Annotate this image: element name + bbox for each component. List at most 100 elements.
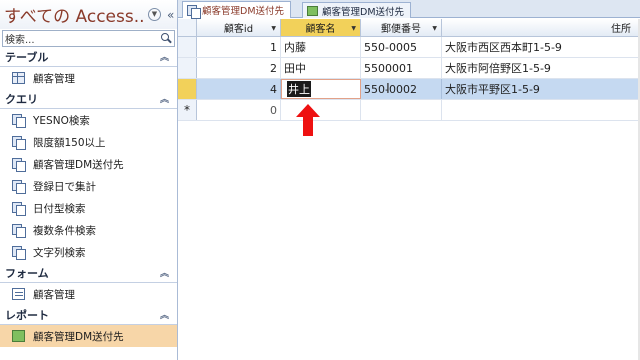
select-all-cell[interactable]: [178, 19, 197, 36]
nav-item-label: 顧客管理DM送付先: [33, 330, 124, 343]
nav-title[interactable]: すべての Access...: [4, 2, 146, 27]
nav-item-label: 顧客管理: [33, 72, 75, 85]
nav-item-form-customer[interactable]: 顧客管理: [0, 283, 177, 305]
selected-text[interactable]: 井上: [287, 81, 311, 97]
report-icon: [12, 330, 25, 342]
cell-address[interactable]: 大阪市阿倍野区1-5-9: [442, 58, 640, 78]
collapse-chevron-icon[interactable]: ︽: [160, 50, 169, 63]
query-icon: [187, 5, 201, 19]
cell-address[interactable]: 大阪市平野区1-5-9: [442, 79, 640, 99]
column-header-label: 郵便番号: [381, 24, 421, 35]
query-icon: [12, 114, 26, 128]
cell-zip[interactable]: 550-0005: [361, 37, 442, 57]
group-header-reports[interactable]: レポート ︽: [0, 305, 177, 325]
search-input[interactable]: 検索...: [3, 31, 158, 46]
row-selector[interactable]: [178, 58, 197, 78]
column-header-label: 住所: [611, 24, 631, 35]
tab-report-dm[interactable]: 顧客管理DM送付先: [302, 2, 412, 18]
row-selector-current[interactable]: [178, 79, 197, 99]
cell-name[interactable]: [281, 100, 361, 120]
group-header-forms[interactable]: フォーム ︽: [0, 263, 177, 283]
cell-address[interactable]: [442, 100, 640, 120]
nav-item-query-multi[interactable]: 複数条件検索: [0, 219, 177, 241]
document-tab-bar: 顧客管理DM送付先 顧客管理DM送付先: [178, 0, 640, 19]
cell-name[interactable]: 田中: [281, 58, 361, 78]
nav-item-label: 複数条件検索: [33, 224, 96, 237]
cell-name[interactable]: 内藤: [281, 37, 361, 57]
cell-id-new[interactable]: 0: [197, 100, 281, 120]
red-up-arrow-icon: [296, 104, 320, 136]
column-header-address[interactable]: 住所: [442, 19, 640, 36]
nav-item-query-dm[interactable]: 顧客管理DM送付先: [0, 153, 177, 175]
column-header-row: 顧客id ▼ 顧客名 ▼ 郵便番号 ▼ 住所: [178, 19, 640, 37]
datasheet: 顧客id ▼ 顧客名 ▼ 郵便番号 ▼ 住所 1 内藤 550-0005 大阪市…: [178, 19, 640, 121]
column-header-zip[interactable]: 郵便番号 ▼: [361, 19, 442, 36]
form-icon: [12, 288, 25, 300]
report-icon: [307, 5, 318, 16]
filter-dropdown-icon[interactable]: ▼: [351, 25, 356, 32]
cell-id[interactable]: 4: [197, 79, 281, 99]
query-icon: [12, 180, 26, 194]
collapse-chevron-icon[interactable]: ︽: [160, 266, 169, 279]
query-icon: [12, 224, 26, 238]
table-row[interactable]: 1 内藤 550-0005 大阪市西区西本町1-5-9: [178, 37, 640, 58]
nav-item-label: 日付型検索: [33, 202, 86, 215]
group-title: レポート: [5, 308, 49, 322]
cell-zip[interactable]: 550-0002 I: [361, 79, 442, 99]
nav-item-query-yesno[interactable]: YESNO検索: [0, 109, 177, 131]
cell-address[interactable]: 大阪市西区西本町1-5-9: [442, 37, 640, 57]
new-record-marker[interactable]: *: [178, 100, 197, 120]
nav-item-label: 文字列検索: [33, 246, 86, 259]
group-title: テーブル: [5, 50, 49, 64]
nav-header: すべての Access... ▼ «: [0, 0, 177, 29]
group-header-queries[interactable]: クエリ ︽: [0, 89, 177, 109]
navigation-pane: すべての Access... ▼ « 検索... テーブル ︽ 顧客管理 クエリ…: [0, 0, 178, 360]
filter-dropdown-icon[interactable]: ▼: [432, 25, 437, 32]
table-icon: [12, 72, 25, 84]
cell-id[interactable]: 1: [197, 37, 281, 57]
query-icon: [12, 158, 26, 172]
nav-item-report-dm[interactable]: 顧客管理DM送付先: [0, 325, 177, 347]
text-cursor-icon: I: [386, 82, 390, 97]
nav-item-query-date-search[interactable]: 日付型検索: [0, 197, 177, 219]
nav-item-label: 顧客管理DM送付先: [33, 158, 124, 171]
nav-item-query-string[interactable]: 文字列検索: [0, 241, 177, 263]
cell-id[interactable]: 2: [197, 58, 281, 78]
collapse-chevron-icon[interactable]: ︽: [160, 308, 169, 321]
collapse-chevron-icon[interactable]: ︽: [160, 92, 169, 105]
cell-zip-text: 550-0002: [364, 82, 417, 96]
cell-name-editing[interactable]: 井上: [281, 79, 361, 99]
cell-zip[interactable]: 5500001: [361, 58, 442, 78]
nav-search-box[interactable]: 検索...: [2, 30, 175, 47]
nav-item-label: 限度額150以上: [33, 136, 106, 149]
group-title: クエリ: [5, 92, 38, 106]
cell-zip[interactable]: [361, 100, 442, 120]
column-header-id[interactable]: 顧客id ▼: [197, 19, 281, 36]
nav-menu-dropdown-icon[interactable]: ▼: [148, 8, 161, 21]
tab-query-dm[interactable]: 顧客管理DM送付先: [182, 1, 292, 19]
tab-label: 顧客管理DM送付先: [202, 6, 285, 17]
table-row-current[interactable]: 4 井上 550-0002 I 大阪市平野区1-5-9: [178, 79, 640, 100]
nav-item-query-limit[interactable]: 限度額150以上: [0, 131, 177, 153]
nav-item-table-customer[interactable]: 顧客管理: [0, 67, 177, 89]
query-icon: [12, 202, 26, 216]
document-area: 顧客管理DM送付先 顧客管理DM送付先 顧客id ▼ 顧客名 ▼ 郵便番号 ▼ …: [178, 0, 640, 360]
nav-item-label: 顧客管理: [33, 288, 75, 301]
group-title: フォーム: [5, 266, 49, 280]
nav-item-label: YESNO検索: [33, 114, 90, 127]
row-selector[interactable]: [178, 37, 197, 57]
query-icon: [12, 136, 26, 150]
search-icon[interactable]: [158, 31, 174, 46]
table-row-new[interactable]: * 0: [178, 100, 640, 121]
nav-item-label: 登録日で集計: [33, 180, 96, 193]
nav-collapse-icon[interactable]: «: [167, 8, 174, 22]
column-header-label: 顧客id: [223, 24, 254, 35]
column-header-label: 顧客名: [305, 24, 336, 35]
group-header-tables[interactable]: テーブル ︽: [0, 47, 177, 67]
query-icon: [12, 246, 26, 260]
filter-dropdown-icon[interactable]: ▼: [271, 25, 276, 32]
nav-item-query-date-total[interactable]: 登録日で集計: [0, 175, 177, 197]
column-header-name[interactable]: 顧客名 ▼: [281, 19, 361, 36]
tab-label: 顧客管理DM送付先: [322, 6, 405, 18]
table-row[interactable]: 2 田中 5500001 大阪市阿倍野区1-5-9: [178, 58, 640, 79]
